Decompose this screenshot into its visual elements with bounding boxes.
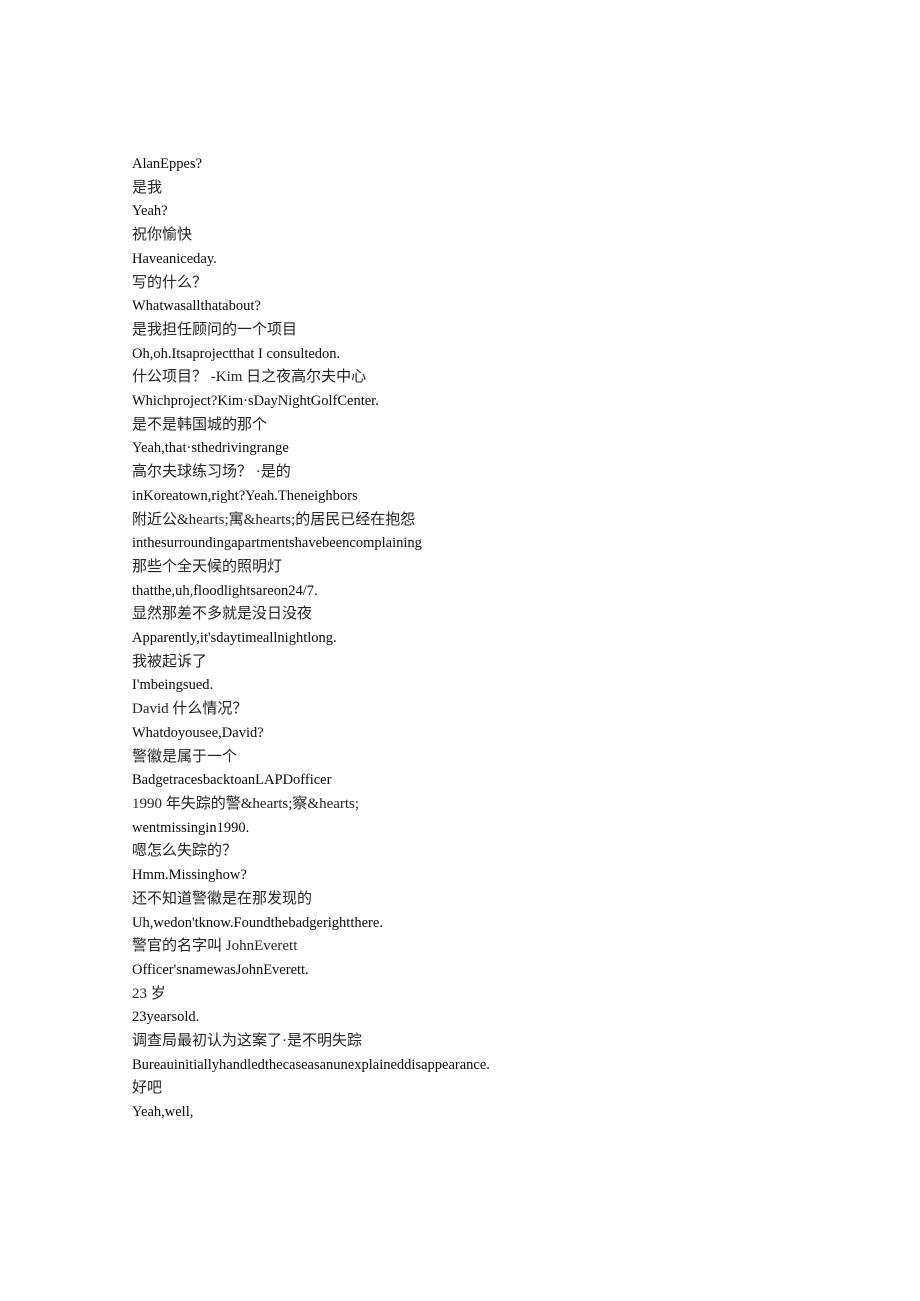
transcript-line: 我被起诉了 xyxy=(132,653,208,670)
transcript-line: 还不知道警徽是在那发现的 xyxy=(132,890,313,907)
transcript-line: 那些个全天候的照明灯 xyxy=(132,558,283,575)
transcript-line: 23yearsold. xyxy=(132,1009,200,1026)
document-page: AlanEppes? 是我 Yeah? 祝你愉快 Haveaniceday. 写的什么？ W… xyxy=(0,0,920,1301)
transcript-line: Apparently,it'sdaytimeallnightlong. xyxy=(132,630,337,647)
transcript-line: Yeah? xyxy=(132,203,168,220)
transcript-line: 是我担任顾问的一个项目 xyxy=(132,321,298,338)
transcript-line: 写的什么？ xyxy=(132,274,208,291)
transcript-line: Whichproject?Kim·sDayNightGolfCenter. xyxy=(132,393,379,410)
transcript-line: thatthe,uh,floodlightsareon24/7. xyxy=(132,582,318,599)
transcript-line: 祝你愉快 xyxy=(132,227,193,244)
transcript-line: 什公项目？ -Kim 日之夜高尔夫中心 xyxy=(132,369,367,386)
transcript-line: wentmissingin1990. xyxy=(132,819,250,836)
transcript-line: 好吧 xyxy=(132,1080,163,1097)
transcript-line: Whatdoyousee,David? xyxy=(132,724,264,741)
transcript-line: inKoreatown,right?Yeah.Theneighbors xyxy=(132,487,358,504)
transcript-line: 警徽是属于一个 xyxy=(132,748,238,765)
transcript-line: 嗯怎么失踪的？ xyxy=(132,843,238,860)
transcript-line: 警官的名字叫 JohnEverett xyxy=(132,938,298,955)
transcript-line: Bureauinitiallyhandledthecaseasanunexpla… xyxy=(132,1056,490,1073)
transcript-line: 是不是韩国城的那个 xyxy=(132,416,268,433)
transcript-line: 高尔夫球练习场？ ·是的 xyxy=(132,464,291,481)
transcript-line: Oh,oh.Itsaprojectthat I consultedon. xyxy=(132,345,341,362)
transcript-line: Officer'snamewasJohnEverett. xyxy=(132,961,309,978)
transcript-line: Yeah,well, xyxy=(132,1104,194,1121)
transcript-line: Whatwasallthatabout? xyxy=(132,298,261,315)
transcript-line: 是我 xyxy=(132,179,163,196)
transcript-line: 显然那差不多就是没日没夜 xyxy=(132,606,313,623)
transcript-line: Hmm.Missinghow? xyxy=(132,867,247,884)
transcript-line: 调查局最初认为这案了·是不明失踪 xyxy=(132,1033,362,1050)
transcript-line: Uh,wedon'tknow.Foundthebadgerightthere. xyxy=(132,914,383,931)
transcript-line: 附近公&hearts;寓&hearts;的居民已经在抱怨 xyxy=(132,511,416,528)
transcript-line: Yeah,that·sthedrivingrange xyxy=(132,440,289,457)
transcript-line: David 什么情况？ xyxy=(132,701,248,718)
transcript-line: inthesurroundingapartmentshavebeencompla… xyxy=(132,535,422,552)
transcript-line: 23 岁 xyxy=(132,985,166,1002)
transcript-line: 1990 年失踪的警&hearts;察&hearts; xyxy=(132,795,360,812)
transcript-line: AlanEppes? xyxy=(132,156,203,172)
transcript-line: BadgetracesbacktoanLAPDofficer xyxy=(132,772,332,789)
transcript-line: Haveaniceday. xyxy=(132,250,217,267)
transcript-line: I'mbeingsued. xyxy=(132,677,214,694)
transcript-body: AlanEppes? 是我 Yeah? 祝你愉快 Haveaniceday. 写的什么？ W… xyxy=(132,153,832,1125)
